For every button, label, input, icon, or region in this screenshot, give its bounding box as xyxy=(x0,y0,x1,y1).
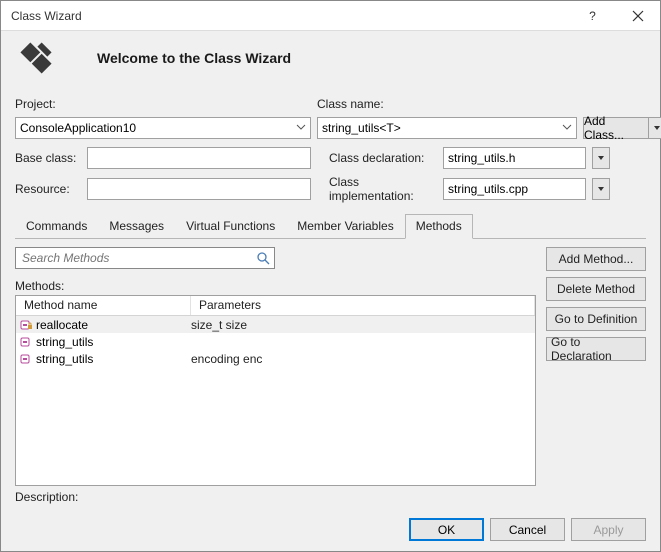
search-icon xyxy=(256,251,270,265)
class-name-label: Class name: xyxy=(317,97,577,111)
resource-field[interactable] xyxy=(87,178,311,200)
tab-virtual-functions[interactable]: Virtual Functions xyxy=(175,214,286,239)
method-icon xyxy=(20,353,32,365)
method-icon xyxy=(20,319,32,331)
window-title: Class Wizard xyxy=(11,9,570,23)
methods-table: Method name Parameters reallocate size_t … xyxy=(15,295,536,486)
titlebar: Class Wizard ? xyxy=(1,1,660,31)
methods-label: Methods: xyxy=(15,279,536,293)
help-button[interactable]: ? xyxy=(570,1,615,31)
wizard-logo-icon xyxy=(15,37,57,79)
col-method-name[interactable]: Method name xyxy=(16,296,191,315)
help-icon: ? xyxy=(589,9,596,23)
description-label: Description: xyxy=(15,490,646,504)
header: Welcome to the Class Wizard xyxy=(1,31,660,97)
class-impl-dropdown[interactable]: string_utils.cpp xyxy=(443,178,586,200)
base-class-label: Base class: xyxy=(15,151,81,165)
add-class-button[interactable]: Add Class... xyxy=(583,117,649,139)
class-impl-browse-button[interactable] xyxy=(592,178,610,200)
class-wizard-dialog: Class Wizard ? Welcome to the Class Wiza… xyxy=(0,0,661,552)
method-name-cell: reallocate xyxy=(36,318,88,332)
chevron-down-icon xyxy=(597,154,605,162)
chevron-down-icon xyxy=(653,124,661,132)
method-params-cell: size_t size xyxy=(191,318,531,332)
resource-label: Resource: xyxy=(15,182,81,196)
method-icon xyxy=(20,336,32,348)
col-parameters[interactable]: Parameters xyxy=(191,296,535,315)
class-decl-browse-button[interactable] xyxy=(592,147,610,169)
class-impl-value: string_utils.cpp xyxy=(448,182,528,196)
table-row[interactable]: reallocate size_t size xyxy=(16,316,535,333)
add-method-button[interactable]: Add Method... xyxy=(546,247,646,271)
method-name-cell: string_utils xyxy=(36,352,93,366)
go-to-definition-button[interactable]: Go to Definition xyxy=(546,307,646,331)
class-name-value: string_utils<T> xyxy=(322,121,401,135)
table-body: reallocatesize_t sizestring_utilsstring_… xyxy=(16,316,535,485)
project-label: Project: xyxy=(15,97,311,111)
delete-method-button[interactable]: Delete Method xyxy=(546,277,646,301)
class-impl-label: Class implementation: xyxy=(329,175,437,203)
chevron-down-icon xyxy=(296,122,306,132)
chevron-down-icon xyxy=(562,122,572,132)
chevron-down-icon xyxy=(597,185,605,193)
add-class-splitbutton[interactable]: Add Class... xyxy=(583,117,661,139)
class-decl-dropdown[interactable]: string_utils.h xyxy=(443,147,586,169)
welcome-heading: Welcome to the Class Wizard xyxy=(97,50,291,66)
table-row[interactable]: string_utils xyxy=(16,333,535,350)
search-input[interactable] xyxy=(16,251,274,265)
tab-body: Methods: Method name Parameters realloca… xyxy=(1,239,660,490)
project-dropdown[interactable]: ConsoleApplication10 xyxy=(15,117,311,139)
close-icon xyxy=(632,10,644,22)
search-methods-box[interactable] xyxy=(15,247,275,269)
base-class-field[interactable] xyxy=(87,147,311,169)
tab-methods[interactable]: Methods xyxy=(405,214,473,239)
method-name-cell: string_utils xyxy=(36,335,93,349)
class-decl-value: string_utils.h xyxy=(448,151,515,165)
dialog-footer: OK Cancel Apply xyxy=(1,510,660,551)
tab-messages[interactable]: Messages xyxy=(98,214,175,239)
ok-button[interactable]: OK xyxy=(409,518,484,541)
cancel-button[interactable]: Cancel xyxy=(490,518,565,541)
go-to-declaration-button[interactable]: Go to Declaration xyxy=(546,337,646,361)
description-area: Description: xyxy=(1,490,660,510)
method-params-cell: encoding enc xyxy=(191,352,531,366)
tab-commands[interactable]: Commands xyxy=(15,214,98,239)
apply-button[interactable]: Apply xyxy=(571,518,646,541)
class-name-dropdown[interactable]: string_utils<T> xyxy=(317,117,577,139)
add-class-dropdown-button[interactable] xyxy=(649,117,661,139)
methods-action-buttons: Add Method... Delete Method Go to Defini… xyxy=(546,247,646,486)
class-decl-label: Class declaration: xyxy=(329,151,437,165)
table-row[interactable]: string_utils encoding enc xyxy=(16,350,535,367)
tab-member-variables[interactable]: Member Variables xyxy=(286,214,404,239)
tab-bar: CommandsMessagesVirtual FunctionsMember … xyxy=(15,213,646,239)
project-value: ConsoleApplication10 xyxy=(20,121,136,135)
close-button[interactable] xyxy=(615,1,660,31)
table-header: Method name Parameters xyxy=(16,296,535,316)
